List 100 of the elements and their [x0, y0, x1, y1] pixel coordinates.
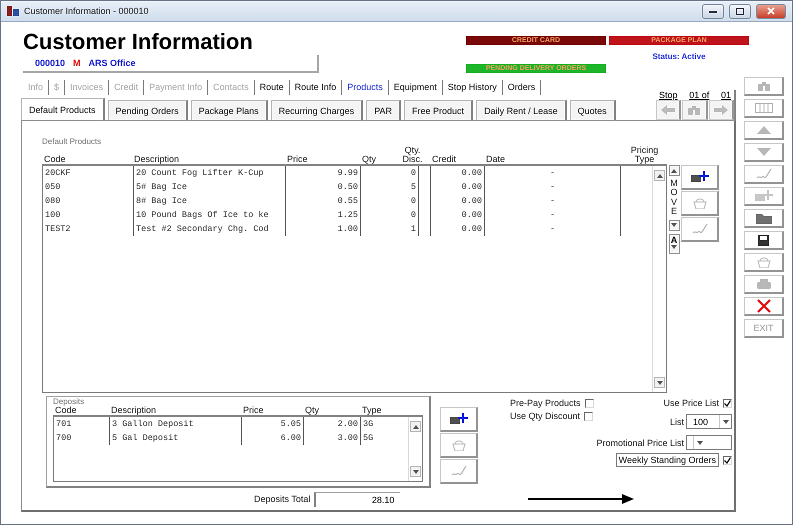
- right-arrow-icon: [714, 105, 728, 115]
- total-label: Deposits Total: [254, 494, 310, 504]
- sub-tab[interactable]: PAR: [366, 100, 402, 120]
- down-triangle-icon: [756, 148, 770, 156]
- tab[interactable]: Orders: [502, 80, 542, 94]
- tab[interactable]: Stop History: [442, 80, 503, 94]
- move-down-button[interactable]: [668, 220, 680, 231]
- scroll-down-button[interactable]: [654, 377, 665, 388]
- customer-status-letter: M: [73, 58, 81, 68]
- table-cell-text: 080: [44, 195, 62, 208]
- stop-position: 01 of: [689, 90, 710, 100]
- checkbox[interactable]: [723, 398, 732, 408]
- column-header: Price: [286, 155, 309, 164]
- column-header: Qty: [304, 406, 320, 415]
- scrollbar[interactable]: [408, 417, 422, 481]
- signature-icon: [692, 223, 708, 235]
- sub-tab[interactable]: Recurring Charges: [270, 100, 364, 120]
- sub-tab[interactable]: Daily Rent / Lease: [476, 100, 567, 120]
- printer-icon: [756, 279, 770, 289]
- scroll-up-button[interactable]: [410, 421, 421, 432]
- sub-tab[interactable]: Default Products: [21, 98, 105, 120]
- tab[interactable]: Equipment: [388, 80, 443, 94]
- option-label: Use Price List: [663, 398, 719, 408]
- table-cell: 5: [404, 180, 419, 194]
- down-arrow-icon: [722, 420, 728, 424]
- table-cell: 1.25: [286, 208, 361, 222]
- close-button[interactable]: [744, 297, 784, 316]
- table-cell: 0.00: [431, 222, 485, 236]
- table-cell-text: 050: [44, 181, 62, 194]
- folder-icon: [756, 212, 772, 224]
- maximize-button[interactable]: [729, 4, 751, 19]
- sub-tab[interactable]: Quotes: [570, 100, 616, 120]
- basket-icon: [692, 198, 706, 208]
- move-up-button[interactable]: [668, 165, 680, 176]
- add-item-icon: [690, 171, 708, 183]
- save-icon: [758, 234, 769, 246]
- customer-code: 000010: [35, 58, 66, 68]
- previous-button[interactable]: [656, 100, 682, 120]
- group-title: Deposits: [53, 397, 86, 406]
- sort-button[interactable]: A: [668, 234, 680, 254]
- table-cell: 0.00: [431, 208, 485, 222]
- column-header: Type: [361, 406, 383, 415]
- table-cell: 0: [404, 208, 419, 222]
- column-header: Pricing Type: [630, 146, 660, 164]
- tab[interactable]: Route: [254, 80, 290, 94]
- down-arrow-icon: [671, 244, 677, 249]
- option-label: List: [670, 416, 684, 426]
- table-cell: -: [485, 180, 621, 194]
- down-arrow-icon: [671, 223, 677, 228]
- table-cell: 0.00: [431, 180, 485, 194]
- close-icon: [767, 7, 775, 16]
- sub-tab[interactable]: Pending Orders: [108, 100, 188, 120]
- table-cell: 3 Gallon Deposit: [110, 417, 242, 431]
- page-heading: Customer Information: [23, 29, 254, 56]
- option-label: Pre-Pay Products: [510, 398, 581, 408]
- table-cell: 10 Pound Bags Of Ice to ke: [133, 208, 286, 222]
- signature-icon: [756, 168, 772, 180]
- table-cell: 700: [54, 431, 110, 445]
- table-cell: 0: [404, 166, 419, 180]
- save-button[interactable]: [744, 231, 784, 250]
- scroll-down-button[interactable]: [410, 466, 421, 477]
- table-cell-text: 5G: [362, 432, 374, 445]
- table-cell: -: [485, 208, 621, 222]
- tab[interactable]: Route Info: [290, 80, 342, 94]
- total-field: 28.10: [314, 492, 400, 506]
- add-button[interactable]: [681, 165, 719, 190]
- find-button[interactable]: [682, 100, 708, 120]
- column-header: Credit: [431, 155, 458, 164]
- folder-button[interactable]: [744, 209, 784, 228]
- table-cell: 0.00: [431, 166, 485, 180]
- column-header: Code: [55, 406, 77, 415]
- left-arrow-icon: [661, 105, 676, 115]
- table-cell-text: 20CKF: [44, 167, 72, 180]
- window-title: Customer Information - 000010: [24, 6, 150, 16]
- close-window-button[interactable]: [756, 4, 786, 19]
- option-label: Use Qty Discount: [510, 411, 580, 421]
- minimize-button[interactable]: [702, 4, 724, 19]
- promo-dropdown[interactable]: [686, 435, 732, 450]
- table-cell: 701: [54, 417, 110, 431]
- add-button[interactable]: [440, 407, 478, 432]
- scroll-up-button[interactable]: [654, 170, 665, 181]
- sub-tab[interactable]: Package Plans: [190, 100, 268, 120]
- checkbox[interactable]: [584, 398, 594, 408]
- sub-tab[interactable]: Free Product: [404, 100, 474, 120]
- option-label: Promotional Price List: [596, 438, 684, 448]
- columns-icon: [754, 103, 772, 113]
- next-button[interactable]: [708, 100, 734, 120]
- group-title: Default Products: [42, 137, 102, 146]
- tab[interactable]: Products: [342, 80, 389, 94]
- close-icon: [756, 299, 770, 313]
- list-dropdown[interactable]: 100: [686, 414, 732, 429]
- column-header: Price: [242, 406, 265, 415]
- table-cell-text: 100: [44, 209, 62, 222]
- checkbox[interactable]: [584, 412, 594, 420]
- scrollbar[interactable]: [652, 166, 666, 392]
- column-header: Qty: [361, 155, 378, 164]
- table-cell: 5# Bag Ice: [133, 180, 286, 194]
- checkbox[interactable]: [723, 456, 732, 464]
- table-cell: 9.99: [286, 166, 361, 180]
- column-header: Code: [43, 155, 67, 164]
